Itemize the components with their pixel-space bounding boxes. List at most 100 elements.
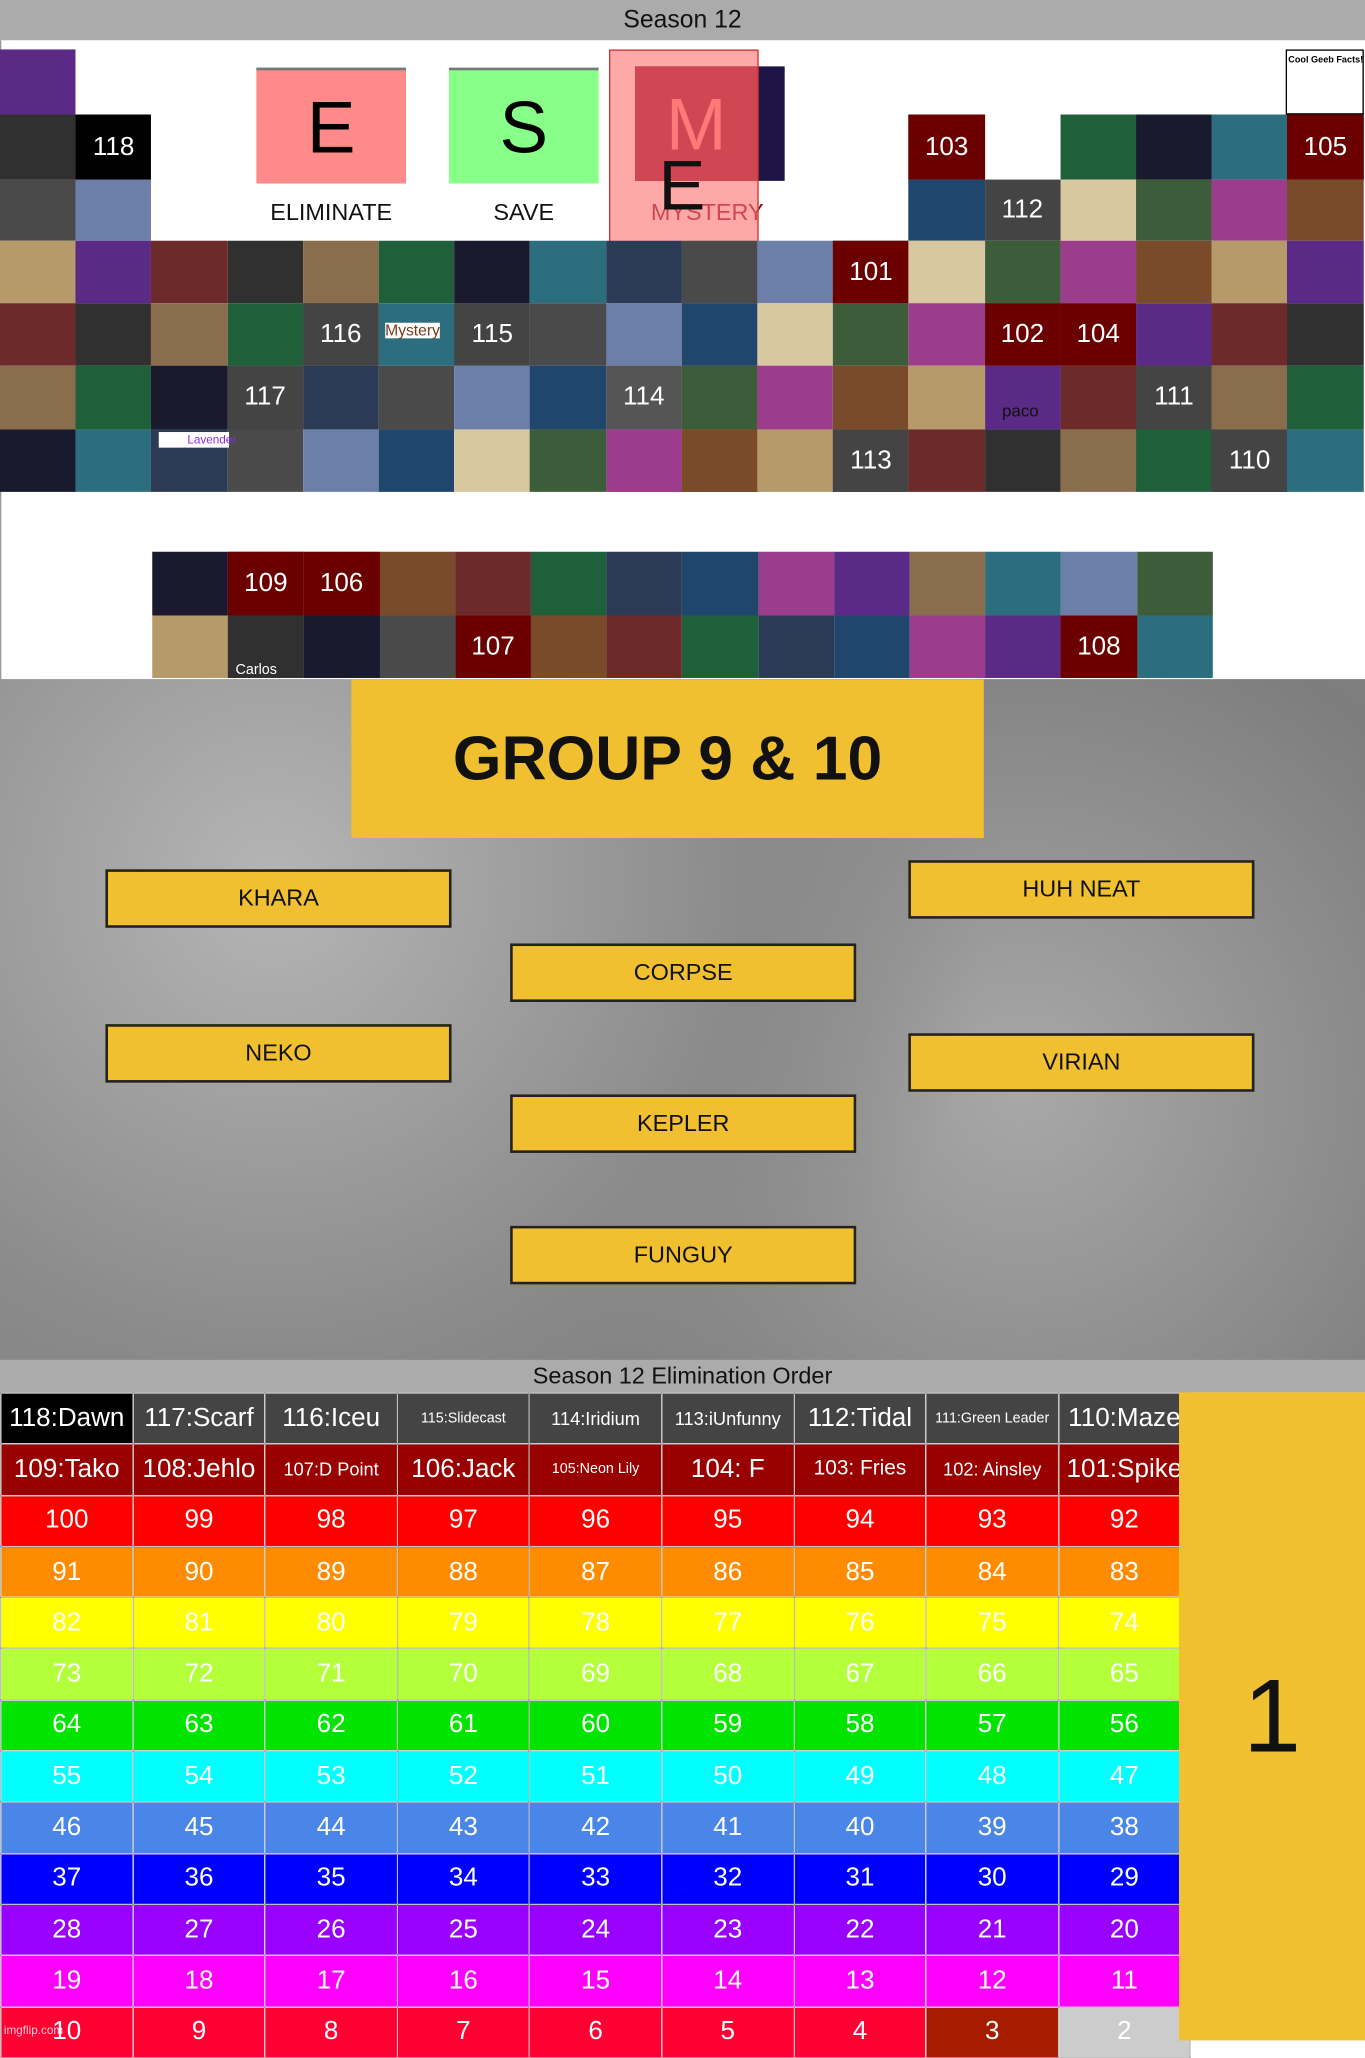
member-huh-neat[interactable]: HUH NEAT xyxy=(908,860,1255,919)
contestant-image xyxy=(530,240,606,304)
elimination-cell: 51 xyxy=(528,1750,663,1803)
contestant-image xyxy=(833,365,909,430)
elimination-cell: 118:Dawn xyxy=(0,1392,134,1445)
elimination-cell: 52 xyxy=(396,1750,531,1803)
contestant-image xyxy=(530,551,607,616)
contestant-image xyxy=(1136,179,1212,241)
contestant-image xyxy=(833,303,909,366)
elimination-row: 118:Dawn 117:Scarf 116:Iceu 115:Slidecast 11… xyxy=(0,1392,1192,1445)
elimination-cell: 108:Jehlo xyxy=(132,1443,266,1496)
contestant-image xyxy=(1136,240,1212,304)
elimination-cell: 99 xyxy=(132,1494,266,1548)
elimination-cell: 106:Jack xyxy=(396,1443,531,1496)
contestant-image xyxy=(909,551,986,616)
elimination-cell: 39 xyxy=(925,1801,1059,1854)
group-title: GROUP 9 & 10 xyxy=(351,679,984,839)
contestant-image xyxy=(682,615,759,678)
elimination-cell: 13 xyxy=(793,1954,927,2008)
elimination-cell: 27 xyxy=(132,1903,266,1957)
member-kepler[interactable]: KEPLER xyxy=(510,1094,857,1153)
contestant-image xyxy=(1060,179,1137,241)
elimination-cell: 23 xyxy=(661,1903,795,1957)
elimination-cell: 37 xyxy=(0,1852,134,1906)
contestant-image xyxy=(984,240,1061,304)
elimination-cell: 109:Tako xyxy=(0,1443,134,1496)
elimination-cell: 110:Maze xyxy=(1057,1392,1192,1445)
elimination-row: 100 99 98 97 96 95 94 93 92 xyxy=(0,1494,1192,1548)
elimination-cell: 47 xyxy=(1057,1750,1192,1803)
elimination-cell: 48 xyxy=(925,1750,1059,1803)
eliminated-number-tile: 111 xyxy=(1136,365,1212,430)
elimination-cell: 5 xyxy=(661,2006,795,2058)
elimination-cell: 6 xyxy=(528,2006,663,2058)
elimination-cell: 84 xyxy=(925,1545,1059,1599)
elimination-cell: 31 xyxy=(793,1852,927,1906)
elimination-cell: 80 xyxy=(264,1596,398,1650)
contestant-image xyxy=(606,551,683,616)
elimination-cell: 87 xyxy=(528,1545,663,1599)
elimination-cell: 72 xyxy=(132,1648,266,1701)
contestant-image xyxy=(530,365,606,430)
elimination-row: 19 18 17 16 15 14 13 12 11 xyxy=(0,1954,1192,2008)
stage: Season 12 E S M ELIMINATE SAVE MYSTERY E… xyxy=(0,0,1365,2058)
elimination-cell: 45 xyxy=(132,1801,266,1854)
elimination-cell: 90 xyxy=(132,1545,266,1599)
elimination-cell: 97 xyxy=(396,1494,531,1548)
elimination-cell: 100 xyxy=(0,1494,134,1548)
elimination-title: Season 12 Elimination Order xyxy=(0,1359,1365,1393)
caption-lavender: Lavender xyxy=(158,432,236,448)
member-neko[interactable]: NEKO xyxy=(105,1024,452,1083)
elimination-cell: 34 xyxy=(396,1852,531,1906)
contestant-image xyxy=(605,240,682,304)
elimination-row: 55 54 53 52 51 50 49 48 47 xyxy=(0,1750,1192,1803)
caption-mystery: Mystery xyxy=(385,321,440,340)
elimination-row: 46 45 44 43 42 41 40 39 38 xyxy=(0,1801,1192,1854)
elimination-cell: 49 xyxy=(793,1750,927,1803)
elimination-cell: 35 xyxy=(264,1852,398,1906)
contestant-image xyxy=(75,365,152,430)
caption-paco: paco xyxy=(1002,400,1039,421)
watermark: imgflip.com xyxy=(3,2023,64,2037)
contestant-image xyxy=(757,240,834,304)
elimination-cell: 88 xyxy=(396,1545,531,1599)
member-virian[interactable]: VIRIAN xyxy=(908,1033,1255,1092)
contestant-image xyxy=(151,303,228,366)
contestant-image xyxy=(1287,365,1364,430)
elimination-cell: 38 xyxy=(1057,1801,1192,1854)
elimination-cell: 4 xyxy=(793,2006,927,2058)
elimination-row: 10 9 8 7 6 5 4 3 2 xyxy=(0,2006,1192,2058)
eliminate-label: ELIMINATE xyxy=(270,199,393,226)
elimination-cell: 83 xyxy=(1057,1545,1192,1599)
contestant-image xyxy=(1136,114,1212,180)
contestant-image xyxy=(1211,114,1288,180)
caption-cool-geeb-facts: Cool Geeb Facts! xyxy=(1285,49,1364,115)
contestant-image xyxy=(302,365,379,430)
contestant-image xyxy=(1287,179,1364,241)
elimination-cell: 73 xyxy=(0,1648,134,1701)
contestant-image xyxy=(605,429,682,492)
contestant-image xyxy=(1136,615,1213,678)
contestant-image xyxy=(530,615,607,678)
elimination-cell: 24 xyxy=(528,1903,663,1957)
member-khara[interactable]: KHARA xyxy=(105,869,452,928)
contestant-image xyxy=(908,179,985,241)
member-corpse[interactable]: CORPSE xyxy=(510,943,857,1003)
contestant-image xyxy=(75,303,152,366)
elimination-cell: 74 xyxy=(1057,1596,1192,1650)
contestant-image xyxy=(605,303,682,366)
contestant-image xyxy=(757,365,834,430)
eliminated-number-tile: 115 xyxy=(454,303,531,366)
contestant-image xyxy=(1211,365,1288,430)
elimination-cell: 20 xyxy=(1057,1903,1192,1957)
elimination-cell: 56 xyxy=(1057,1699,1192,1752)
elimination-row: 109:Tako 108:Jehlo 107:D Point 106:Jack 105:… xyxy=(0,1443,1192,1496)
elimination-cell: 8 xyxy=(264,2006,398,2058)
contestant-image xyxy=(227,303,303,366)
contestant-image xyxy=(985,615,1062,678)
contestant-image xyxy=(152,551,228,616)
contestant-image xyxy=(379,551,456,616)
elimination-cell: 30 xyxy=(925,1852,1059,1906)
contestant-image xyxy=(682,551,759,616)
member-funguy[interactable]: FUNGUY xyxy=(510,1225,857,1285)
elimination-cell: 111:Green Leader xyxy=(925,1392,1059,1445)
